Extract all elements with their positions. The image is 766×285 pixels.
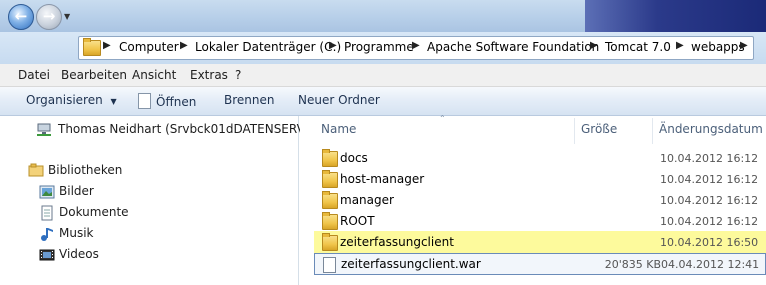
file-row[interactable]: host-manager 10.04.2012 16:12 [314,169,766,189]
chevron-down-icon: ▼ [110,97,117,106]
address-bar[interactable]: ▶ Computer ▶ Lokaler Datenträger (C:) ▶ … [78,36,754,60]
file-date: 10.04.2012 16:50 [660,236,759,249]
pictures-icon [39,184,55,200]
column-header-name[interactable]: Name [321,122,356,136]
nav-videos[interactable]: Videos [59,247,99,261]
folder-icon [322,149,338,167]
file-date: 10.04.2012 16:12 [660,173,759,186]
column-divider[interactable] [652,118,653,144]
breadcrumb-separator-icon[interactable]: ▶ [412,40,420,51]
column-header-size[interactable]: Größe [581,122,617,136]
arrow-left-icon: ← [14,7,28,25]
folder-icon [322,191,338,209]
organize-button[interactable]: Organisieren ▼ [26,93,117,107]
file-name: manager [340,193,394,207]
file-row[interactable]: ROOT 10.04.2012 16:12 [314,211,766,231]
breadcrumb-separator-icon[interactable]: ▶ [103,40,111,51]
command-toolbar: Organisieren ▼ Öffnen Brennen Neuer Ordn… [0,87,766,116]
menu-bar: Datei Bearbeiten Ansicht Extras ? [0,64,766,87]
music-icon [39,226,55,242]
breadcrumb-drive-c[interactable]: Lokaler Datenträger (C:) [195,40,341,54]
file-row-highlighted[interactable]: zeiterfassungclient 10.04.2012 16:50 [314,231,766,253]
document-icon [138,93,151,109]
nav-pictures[interactable]: Bilder [59,184,94,198]
menu-help[interactable]: ? [235,68,241,82]
file-row[interactable]: docs 10.04.2012 16:12 [314,148,766,168]
file-date: 04.04.2012 12:41 [661,258,760,271]
breadcrumb-separator-icon[interactable]: ▶ [329,40,337,51]
file-size: 20'835 KB [604,258,661,271]
file-date: 10.04.2012 16:12 [660,152,759,165]
folder-icon [322,170,338,188]
breadcrumb-separator-icon[interactable]: ▶ [740,40,748,51]
file-name: zeiterfassungclient [340,235,454,249]
folder-icon [83,38,101,56]
file-name: zeiterfassungclient.war [341,257,481,271]
file-name: docs [340,151,368,165]
breadcrumb-tomcat[interactable]: Tomcat 7.0 [605,40,671,54]
breadcrumb-separator-icon[interactable]: ▶ [180,40,188,51]
file-icon [323,257,336,273]
file-date: 10.04.2012 16:12 [660,194,759,207]
menu-bearbeiten[interactable]: Bearbeiten [61,68,127,82]
file-date: 10.04.2012 16:12 [660,215,759,228]
breadcrumb-webapps[interactable]: webapps [691,40,745,54]
forward-button[interactable]: → [36,4,62,30]
nav-documents[interactable]: Dokumente [59,205,129,219]
breadcrumb-separator-icon[interactable]: ▶ [676,40,684,51]
file-row-selected[interactable]: zeiterfassungclient.war 20'835 KB 04.04.… [314,253,766,275]
column-divider[interactable] [574,118,575,144]
menu-extras[interactable]: Extras [190,68,228,82]
organize-label: Organisieren [26,93,103,107]
file-row[interactable]: manager 10.04.2012 16:12 [314,190,766,210]
breadcrumb-computer[interactable]: Computer [119,40,179,54]
documents-icon [39,205,55,221]
open-button[interactable]: Öffnen [138,93,196,109]
column-header-modified[interactable]: Änderungsdatum [659,122,763,136]
breadcrumb-apache[interactable]: Apache Software Foundation [427,40,599,54]
file-name: ROOT [340,214,375,228]
menu-ansicht[interactable]: Ansicht [132,68,176,82]
burn-button[interactable]: Brennen [224,93,274,107]
open-label: Öffnen [156,95,197,109]
sort-ascending-icon: ⌃ [439,114,446,123]
libraries-icon [28,162,44,178]
videos-icon [39,247,55,263]
menu-datei[interactable]: Datei [18,68,50,82]
title-bar-dark-region [585,0,766,32]
breadcrumb-separator-icon[interactable]: ▶ [590,40,598,51]
nav-libraries[interactable]: Bibliotheken [48,163,122,177]
recent-pages-chevron-icon[interactable]: ▼ [64,12,70,21]
nav-network-item[interactable]: Thomas Neidhart (Srvbck01dDATENSERVE [58,122,312,136]
back-button[interactable]: ← [8,4,34,30]
folder-icon [322,233,338,251]
new-folder-button[interactable]: Neuer Ordner [298,93,380,107]
nav-music[interactable]: Musik [59,226,94,240]
file-name: host-manager [340,172,425,186]
folder-icon [322,212,338,230]
network-drive-icon [36,121,52,137]
arrow-right-icon: → [42,7,56,25]
breadcrumb-programme[interactable]: Programme [344,40,414,54]
